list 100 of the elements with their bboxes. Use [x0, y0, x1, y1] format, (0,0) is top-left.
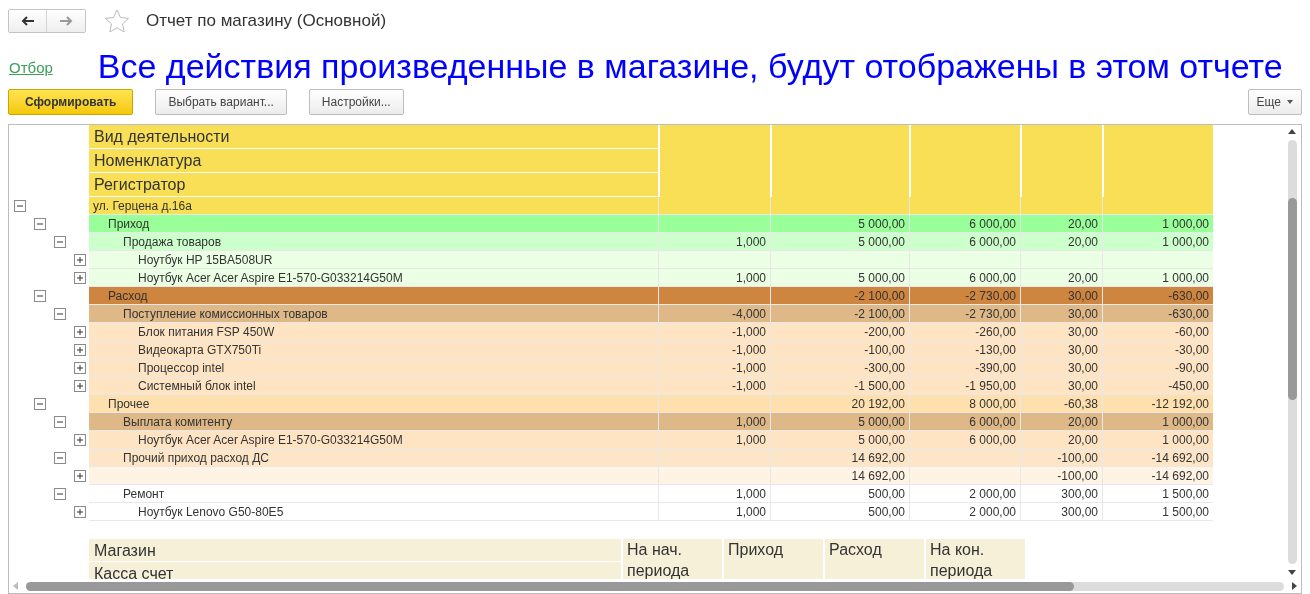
value-cell: -2 730,00: [909, 287, 1020, 305]
collapse-toggle-icon[interactable]: [14, 200, 26, 212]
value-cell: -60,00: [1102, 323, 1213, 341]
scroll-down-icon[interactable]: [1288, 570, 1296, 575]
scroll-left-icon[interactable]: [13, 582, 18, 590]
row-label-cell: Ноутбук Acer Acer Aspire E1-570-G033214G50M: [89, 269, 658, 287]
value-cell: -260,00: [909, 323, 1020, 341]
row-label-cell: ул. Герцена д.16а: [89, 197, 658, 215]
row-label-cell: Системный блок intel: [89, 377, 658, 395]
header-cell: Вид деятельности: [89, 125, 658, 149]
value-cell: 1 500,00: [1102, 503, 1213, 521]
caret-icon: [1287, 100, 1293, 104]
value-cell: 30,00: [1020, 377, 1102, 395]
header-cell: Номенклатура: [89, 149, 658, 173]
value-cell: 30,00: [1020, 341, 1102, 359]
value-cell: -300,00: [770, 359, 909, 377]
scroll-right-icon[interactable]: [1292, 582, 1297, 590]
value-cell: 14 692,00: [770, 467, 909, 485]
row-label-cell: Выплата комитенту: [89, 413, 658, 431]
value-cell: 8 000,00: [909, 395, 1020, 413]
expand-toggle-icon[interactable]: [74, 470, 86, 482]
value-cell: -4,000: [658, 305, 770, 323]
value-cell: -130,00: [909, 341, 1020, 359]
value-cell: 6 000,00: [909, 431, 1020, 449]
value-cell: 6 000,00: [909, 233, 1020, 251]
row-label-cell: Видеокарта GTX750Ti: [89, 341, 658, 359]
more-button[interactable]: Еще: [1247, 89, 1302, 115]
value-cell: 20,00: [1020, 233, 1102, 251]
value-cell: -14 692,00: [1102, 467, 1213, 485]
collapse-toggle-icon[interactable]: [34, 398, 46, 410]
value-cell: 1,000: [658, 431, 770, 449]
header-cell: Регистратор: [89, 173, 658, 197]
row-label-cell: Приход: [89, 215, 658, 233]
value-cell: -1,000: [658, 359, 770, 377]
collapse-toggle-icon[interactable]: [54, 416, 66, 428]
back-arrow-icon: [20, 16, 35, 26]
value-cell: 1,000: [658, 485, 770, 503]
row-label-cell: Ноутбук HP 15BA508UR: [89, 251, 658, 269]
collapse-toggle-icon[interactable]: [54, 488, 66, 500]
value-cell: -90,00: [1102, 359, 1213, 377]
toolbar-button[interactable]: Настройки...: [308, 89, 404, 115]
collapse-toggle-icon[interactable]: [34, 290, 46, 302]
collapse-toggle-icon[interactable]: [34, 218, 46, 230]
back-button[interactable]: [9, 10, 47, 32]
value-cell: 20,00: [1020, 269, 1102, 287]
favorite-star-icon[interactable]: [104, 9, 130, 33]
footer-header-cell: Расход: [823, 539, 924, 579]
value-cell: 1 000,00: [1102, 413, 1213, 431]
collapse-toggle-icon[interactable]: [54, 308, 66, 320]
value-cell: -2 730,00: [909, 305, 1020, 323]
scrollbar-thumb[interactable]: [1287, 198, 1297, 400]
value-cell: 1 500,00: [1102, 485, 1213, 503]
expand-toggle-icon[interactable]: [74, 272, 86, 284]
value-cell: 1,000: [658, 233, 770, 251]
value-cell: 6 000,00: [909, 269, 1020, 287]
value-cell: 20,00: [1020, 215, 1102, 233]
expand-toggle-icon[interactable]: [74, 254, 86, 266]
value-cell: -450,00: [1102, 377, 1213, 395]
expand-toggle-icon[interactable]: [74, 362, 86, 374]
collapse-toggle-icon[interactable]: [54, 452, 66, 464]
value-cell: 300,00: [1020, 503, 1102, 521]
row-label-cell: Блок питания FSP 450W: [89, 323, 658, 341]
value-cell: 500,00: [770, 503, 909, 521]
value-cell: -100,00: [1020, 467, 1102, 485]
value-cell: -200,00: [770, 323, 909, 341]
value-cell: 5 000,00: [770, 233, 909, 251]
value-cell: -1,000: [658, 377, 770, 395]
value-cell: -100,00: [770, 341, 909, 359]
value-cell: 2 000,00: [909, 485, 1020, 503]
value-cell: 6 000,00: [909, 215, 1020, 233]
toolbar-button[interactable]: Сформировать: [8, 89, 134, 115]
value-cell: 30,00: [1020, 305, 1102, 323]
forward-arrow-icon: [59, 16, 73, 26]
expand-toggle-icon[interactable]: [74, 344, 86, 356]
expand-toggle-icon[interactable]: [74, 434, 86, 446]
row-label-cell: Прочий приход расход ДС: [89, 449, 658, 467]
row-label-cell: Ноутбук Lenovo G50-80E5: [89, 503, 658, 521]
value-cell: 14 692,00: [770, 449, 909, 467]
value-cell: 30,00: [1020, 359, 1102, 377]
value-cell: 6 000,00: [909, 413, 1020, 431]
value-cell: 20,00: [1020, 413, 1102, 431]
value-cell: 5 000,00: [770, 215, 909, 233]
row-label-cell: Прочее: [89, 395, 658, 413]
scrollbar-thumb[interactable]: [26, 581, 1074, 591]
value-cell: 5 000,00: [770, 431, 909, 449]
toolbar-button[interactable]: Выбрать вариант...: [155, 89, 287, 115]
row-label-cell: Ноутбук Acer Acer Aspire E1-570-G033214G50M: [89, 431, 658, 449]
value-cell: 30,00: [1020, 287, 1102, 305]
value-cell: -30,00: [1102, 341, 1213, 359]
value-cell: -14 692,00: [1102, 449, 1213, 467]
expand-toggle-icon[interactable]: [74, 326, 86, 338]
value-cell: -1 950,00: [909, 377, 1020, 395]
expand-toggle-icon[interactable]: [74, 380, 86, 392]
banner-text: Все действия произведенные в магазине, будут отображены в этом отчете: [97, 46, 1283, 86]
value-cell: 1 000,00: [1102, 233, 1213, 251]
collapse-toggle-icon[interactable]: [54, 236, 66, 248]
scroll-up-icon[interactable]: [1288, 129, 1296, 134]
footer-header-cell: На нач. периода: [621, 539, 722, 579]
expand-toggle-icon[interactable]: [74, 506, 86, 518]
footer-header-cell: Касса счет: [89, 562, 621, 579]
